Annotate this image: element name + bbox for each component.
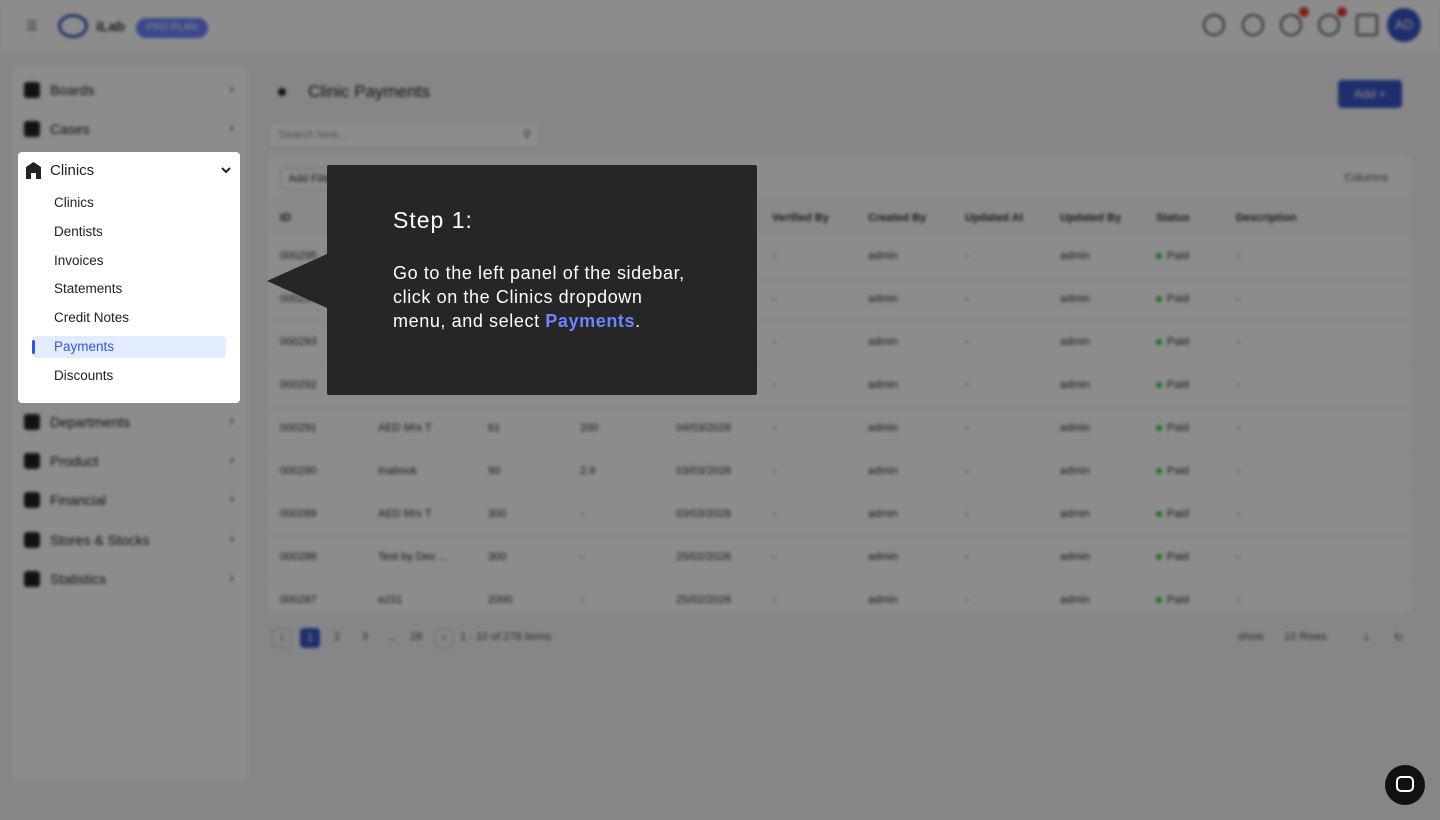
menu-item-payments[interactable]: Payments xyxy=(32,336,226,358)
menu-item-label: Payments xyxy=(54,339,115,354)
tooltip-arrow xyxy=(267,254,327,308)
tutorial-tooltip: Step 1: Go to the left panel of the side… xyxy=(327,165,757,395)
menu-item-label: Discounts xyxy=(54,368,114,383)
menu-item-dentists[interactable]: Dentists xyxy=(32,221,226,243)
chat-button[interactable] xyxy=(1385,765,1425,805)
tooltip-highlight: Payments xyxy=(545,311,636,331)
active-indicator xyxy=(32,340,35,354)
menu-item-label: Clinics xyxy=(54,195,94,210)
tooltip-text: Go to the left panel of the sidebar, cli… xyxy=(393,263,685,331)
tooltip-end: . xyxy=(635,311,641,331)
chevron-down-icon xyxy=(221,167,231,174)
clinics-dropdown-toggle[interactable]: Clinics xyxy=(26,159,236,185)
tooltip-title: Step 1: xyxy=(393,207,473,233)
clinics-dropdown-label: Clinics xyxy=(50,162,95,179)
menu-item-statements[interactable]: Statements xyxy=(32,278,226,300)
menu-item-label: Credit Notes xyxy=(54,310,130,325)
dim-overlay xyxy=(0,0,1440,820)
menu-item-clinics[interactable]: Clinics xyxy=(32,192,226,214)
clinic-icon xyxy=(26,162,41,179)
menu-item-label: Invoices xyxy=(54,253,104,268)
menu-item-discounts[interactable]: Discounts xyxy=(32,365,226,387)
menu-item-invoices[interactable]: Invoices xyxy=(32,250,226,272)
chat-bubble-icon xyxy=(1396,776,1414,792)
menu-item-label: Dentists xyxy=(54,224,103,239)
tooltip-body: Go to the left panel of the sidebar, cli… xyxy=(393,261,693,333)
menu-item-credit-notes[interactable]: Credit Notes xyxy=(32,307,226,329)
clinics-dropdown: Clinics Clinics Dentists Invoices Statem… xyxy=(18,152,240,403)
menu-item-label: Statements xyxy=(54,281,123,296)
